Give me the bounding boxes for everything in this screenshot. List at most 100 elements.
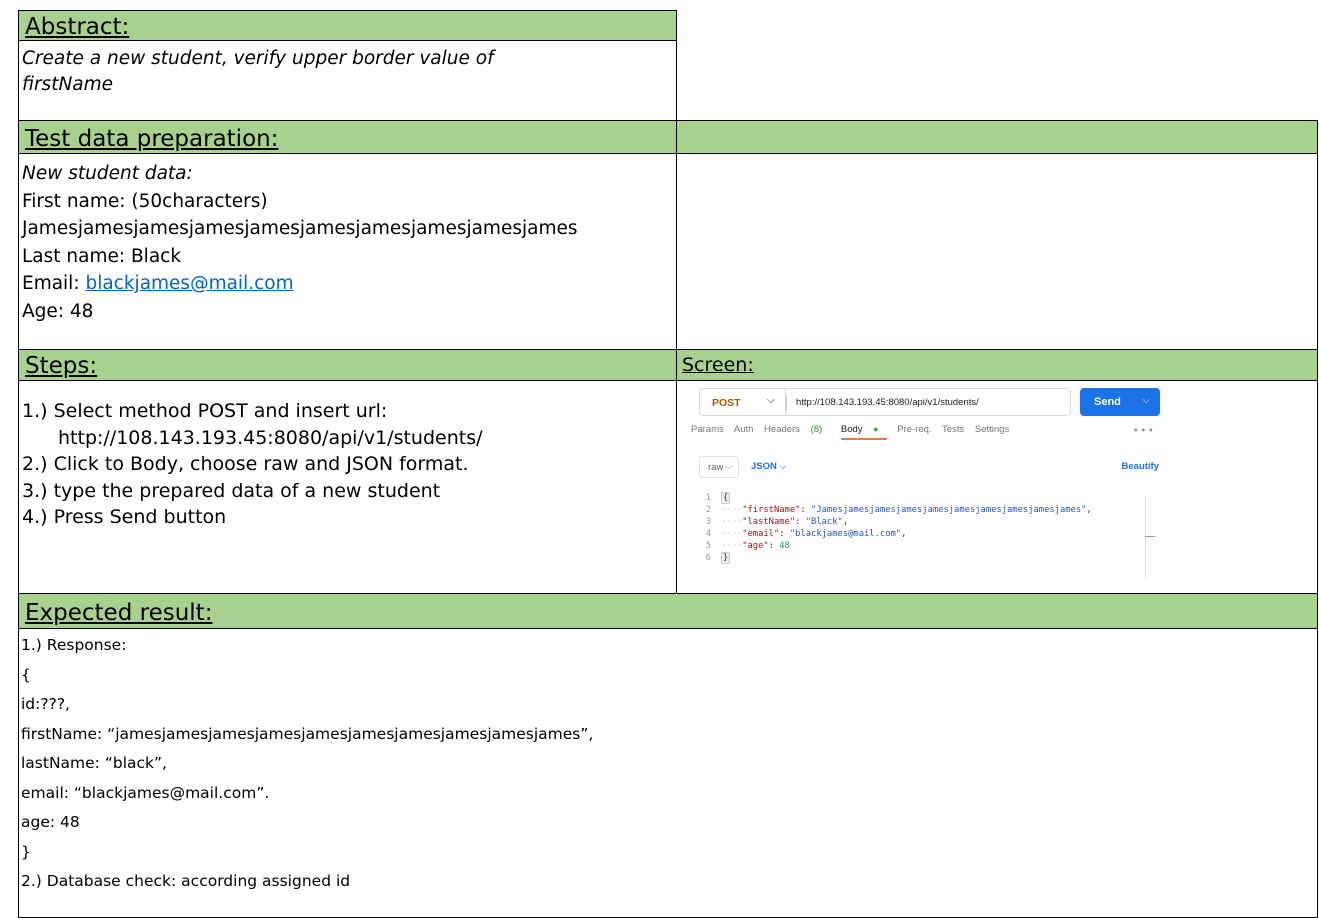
last-name-line: Last name: Black bbox=[22, 245, 182, 267]
indent-dots: ···· bbox=[721, 517, 743, 527]
step-4: 4.) Press Send button bbox=[22, 506, 227, 528]
code-colon: : bbox=[800, 505, 812, 515]
code-brace: { bbox=[721, 492, 731, 504]
line-number: 1 bbox=[705, 493, 711, 503]
json-body-editor[interactable]: 1{ 2 ····"firstName": "Jamesjamesjamesjam… bbox=[689, 492, 1147, 564]
code-value: "Jamesjamesjamesjamesjamesjamesjamesjame… bbox=[811, 505, 1087, 515]
code-colon: : bbox=[795, 517, 806, 527]
test-data-intro: New student data: bbox=[22, 163, 193, 184]
steps-header-label: Steps: bbox=[25, 353, 98, 379]
screen-header: Screen: bbox=[676, 349, 1318, 381]
expected-header-label: Expected result: bbox=[25, 600, 213, 626]
request-tabs: Params Auth Headers (8) Body ● Pre-req. … bbox=[691, 424, 1017, 435]
test-data-header-label: Test data preparation: bbox=[25, 126, 279, 152]
expected-content: 1.) Response: { id:???, firstName: “jame… bbox=[18, 628, 1318, 918]
code-value: 48 bbox=[779, 541, 790, 551]
step-3: 3.) type the prepared data of a new stud… bbox=[22, 479, 441, 502]
tab-headers-count: (8) bbox=[810, 424, 823, 435]
chevron-down-icon: ⌵ bbox=[725, 461, 732, 471]
test-data-right bbox=[676, 153, 1318, 350]
chevron-down-icon: ⌵ bbox=[767, 395, 775, 406]
expected-line: { bbox=[21, 665, 31, 684]
raw-select[interactable]: raw ⌵ bbox=[699, 456, 739, 478]
expected-line: id:???, bbox=[21, 695, 70, 713]
code-line: 1{ bbox=[689, 492, 1147, 504]
code-comma: , bbox=[842, 517, 849, 527]
more-icon[interactable]: ••• bbox=[1133, 424, 1155, 437]
email-line: Email: blackjames@mail.com bbox=[22, 270, 676, 298]
expected-line: lastName: “black”, bbox=[21, 754, 167, 772]
line-number: 6 bbox=[705, 553, 711, 563]
raw-label: raw bbox=[708, 462, 724, 473]
code-colon: : bbox=[768, 541, 780, 551]
test-data-header-right bbox=[676, 120, 1318, 154]
age-line: Age: 48 bbox=[22, 300, 94, 322]
line-number: 4 bbox=[705, 529, 711, 539]
line-number: 2 bbox=[705, 505, 711, 515]
step-2: 2.) Click to Body, choose raw and JSON f… bbox=[22, 453, 469, 475]
code-key: "lastName" bbox=[742, 517, 796, 527]
expected-line: } bbox=[21, 842, 31, 861]
code-line: 3 ····"lastName": "Black", bbox=[689, 516, 1147, 528]
editor-scrollbar[interactable] bbox=[1145, 496, 1146, 578]
abstract-header: Abstract: bbox=[18, 10, 677, 41]
code-brace: } bbox=[721, 552, 731, 564]
steps-header: Steps: bbox=[18, 349, 677, 381]
code-value: "blackjames@mail.com" bbox=[789, 529, 902, 539]
line-number: 5 bbox=[705, 541, 711, 551]
url-input[interactable]: http://108.143.193.45:8080/api/v1/studen… bbox=[785, 388, 1071, 416]
code-line: 5 ····"age": 48 bbox=[689, 540, 1147, 552]
code-line: 2 ····"firstName": "Jamesjamesjamesjamesj… bbox=[689, 504, 1147, 516]
chevron-down-icon: ⌵ bbox=[1142, 395, 1150, 406]
method-label: POST bbox=[712, 397, 741, 409]
step-1: 1.) Select method POST and insert url: bbox=[22, 400, 388, 422]
json-select[interactable]: JSON ⌵ bbox=[751, 461, 787, 472]
code-key: "firstName" bbox=[742, 505, 801, 515]
code-key: "email" bbox=[742, 529, 780, 539]
email-link[interactable]: blackjames@mail.com bbox=[85, 273, 293, 294]
abstract-line-1: Create a new student, verify upper borde… bbox=[22, 48, 494, 69]
tab-params[interactable]: Params bbox=[691, 424, 724, 435]
code-key: "age" bbox=[742, 541, 769, 551]
code-comma: , bbox=[1086, 505, 1092, 515]
test-data-content: New student data: First name: (50charact… bbox=[18, 153, 677, 350]
editor-scroll-thumb[interactable] bbox=[1145, 536, 1155, 537]
indent-dots: ···· bbox=[721, 505, 743, 515]
expected-line: age: 48 bbox=[21, 813, 80, 831]
body-format-row: raw ⌵ JSON ⌵ Beautify bbox=[699, 456, 1159, 480]
expected-line: email: “blackjames@mail.com”. bbox=[21, 783, 270, 802]
steps-content: 1.) Select method POST and insert url: h… bbox=[18, 380, 677, 594]
beautify-button[interactable]: Beautify bbox=[1122, 461, 1159, 472]
test-data-header: Test data preparation: bbox=[18, 120, 677, 154]
json-label: JSON bbox=[751, 461, 777, 472]
code-line: 4 ····"email": "blackjames@mail.com", bbox=[689, 528, 1147, 540]
expected-line: 2.) Database check: according assigned i… bbox=[21, 872, 351, 890]
expected-line: 1.) Response: bbox=[21, 636, 127, 654]
step-1-url: http://108.143.193.45:8080/api/v1/studen… bbox=[58, 426, 483, 449]
tab-body-label: Body bbox=[840, 424, 863, 435]
tab-headers[interactable]: Headers (8) bbox=[764, 424, 830, 435]
send-label: Send bbox=[1094, 396, 1121, 408]
code-comma: , bbox=[901, 529, 907, 539]
tab-settings[interactable]: Settings bbox=[975, 424, 1009, 435]
tab-auth[interactable]: Auth bbox=[734, 424, 754, 435]
expected-line: firstName: “jamesjamesjamesjamesjamesjam… bbox=[21, 724, 594, 743]
tab-prereq[interactable]: Pre-req. bbox=[897, 424, 931, 435]
code-colon: : bbox=[779, 529, 790, 539]
send-button[interactable]: Send ⌵ bbox=[1080, 388, 1160, 416]
email-label: Email: bbox=[22, 273, 86, 294]
abstract-line-2: firstName bbox=[22, 74, 114, 95]
code-value: "Black" bbox=[805, 517, 843, 527]
indent-dots: ···· bbox=[721, 529, 743, 539]
method-select[interactable]: POST ⌵ bbox=[699, 388, 785, 416]
code-line: 6} bbox=[689, 552, 1147, 564]
expected-header: Expected result: bbox=[18, 593, 1318, 629]
chevron-down-icon: ⌵ bbox=[779, 461, 787, 472]
abstract-header-label: Abstract: bbox=[25, 14, 130, 40]
tab-body[interactable]: Body ● bbox=[841, 424, 887, 435]
abstract-content: Create a new student, verify upper borde… bbox=[18, 40, 677, 121]
tab-headers-label: Headers bbox=[764, 424, 800, 435]
dot-icon: ● bbox=[873, 424, 879, 434]
line-number: 3 bbox=[705, 517, 711, 527]
tab-tests[interactable]: Tests bbox=[942, 424, 964, 435]
